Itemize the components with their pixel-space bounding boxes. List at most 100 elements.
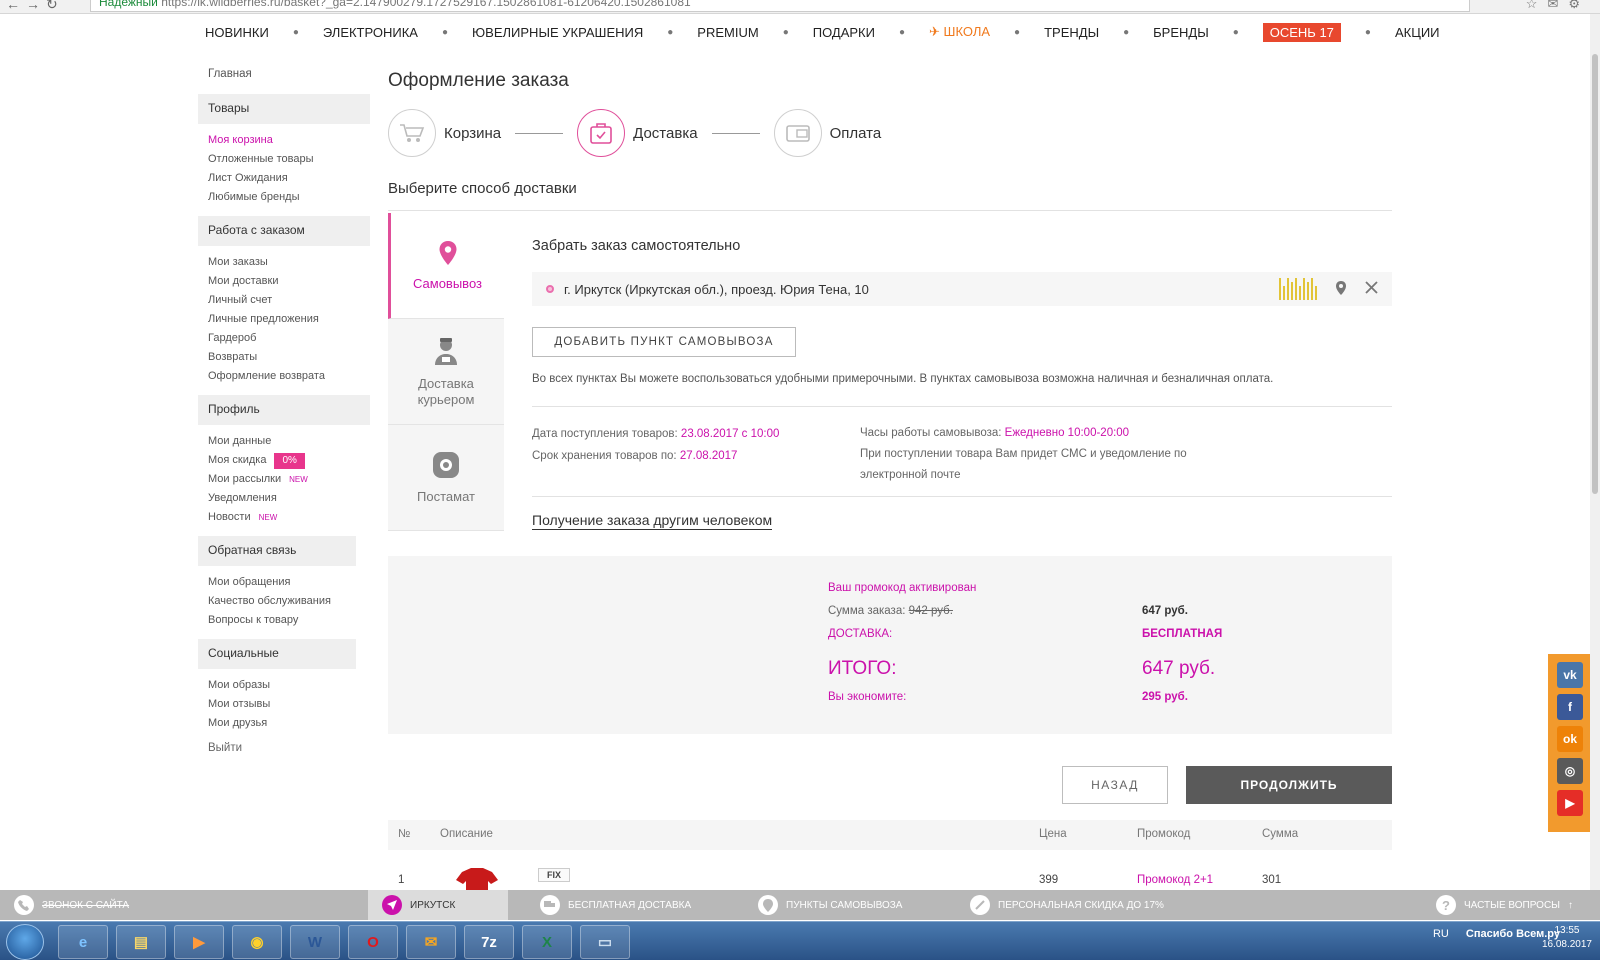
sidebar-item-saved[interactable]: Отложенные товары: [198, 150, 370, 169]
sidebar-item-requests[interactable]: Мои обращения: [198, 573, 370, 592]
account-sidebar: Главная Товары Моя корзина Отложенные то…: [198, 68, 370, 754]
sidebar-item-mailings[interactable]: Мои рассылки NEW: [198, 470, 370, 489]
nav-gifts[interactable]: ПОДАРКИ: [813, 25, 875, 40]
tab-postamat[interactable]: Постамат: [388, 425, 504, 531]
new-tag: NEW: [258, 513, 278, 522]
city-selector[interactable]: ИРКУТСК: [368, 890, 508, 920]
sidebar-item-returns[interactable]: Возвраты: [198, 348, 370, 367]
continue-button[interactable]: ПРОДОЛЖИТЬ: [1186, 766, 1392, 804]
facebook-icon[interactable]: f: [1557, 694, 1583, 720]
address-bar[interactable]: Надежный https://lk.wildberries.ru/baske…: [90, 0, 1470, 12]
pickup-address-option[interactable]: г. Иркутск (Иркутская обл.), проезд. Юри…: [532, 272, 1392, 306]
chrome-icon[interactable]: ◉: [232, 925, 282, 959]
sidebar-item-fav-brands[interactable]: Любимые бренды: [198, 188, 370, 207]
step-delivery[interactable]: Доставка: [577, 109, 698, 157]
nav-separator: ●: [1364, 26, 1371, 38]
logout-link[interactable]: Выйти: [198, 742, 370, 754]
nav-electronics[interactable]: ЭЛЕКТРОНИКА: [323, 25, 418, 40]
close-icon[interactable]: [1365, 281, 1378, 297]
odnoklassniki-icon[interactable]: ok: [1557, 726, 1583, 752]
col-price: Цена: [1039, 828, 1067, 840]
tab-pickup[interactable]: Самовывоз: [388, 213, 504, 319]
back-button[interactable]: НАЗАД: [1062, 766, 1168, 804]
arrival-info: Дата поступления товаров: 23.08.2017 с 1…: [532, 423, 779, 467]
sidebar-home[interactable]: Главная: [198, 68, 370, 80]
browser-toolbar: ←→↻ Надежный https://lk.wildberries.ru/b…: [0, 0, 1600, 14]
add-pickup-point-button[interactable]: ДОБАВИТЬ ПУНКТ САМОВЫВОЗА: [532, 327, 796, 357]
browser-extension-icons[interactable]: ☆✉⚙: [1526, 0, 1590, 12]
system-clock[interactable]: 13:55 16.08.2017: [1542, 924, 1592, 952]
row-price: 399: [1039, 874, 1059, 886]
nav-autumn[interactable]: ОСЕНЬ 17: [1262, 22, 1341, 42]
sidebar-item-my-orders[interactable]: Мои заказы: [198, 253, 370, 272]
start-button-icon[interactable]: [6, 924, 44, 960]
sidebar-item-news[interactable]: Новости NEW: [198, 508, 370, 527]
nav-trends[interactable]: ТРЕНДЫ: [1044, 25, 1099, 40]
sidebar-item-friends[interactable]: Мои друзья: [198, 714, 370, 733]
arrow-up-icon: ↑: [1568, 899, 1574, 911]
map-pin-icon[interactable]: [1335, 280, 1347, 299]
free-delivery-info[interactable]: БЕСПЛАТНАЯ ДОСТАВКА: [540, 890, 691, 920]
personal-discount-info[interactable]: ПЕРСОНАЛЬНАЯ СКИДКА ДО 17%: [970, 890, 1164, 920]
scrollbar-thumb[interactable]: [1592, 54, 1598, 494]
sidebar-item-waitlist[interactable]: Лист Ожидания: [198, 169, 370, 188]
sidebar-item-product-questions[interactable]: Вопросы к товару: [198, 611, 370, 630]
sidebar-item-wardrobe[interactable]: Гардероб: [198, 329, 370, 348]
nav-sales[interactable]: АКЦИИ: [1395, 25, 1440, 40]
nav-jewelry[interactable]: ЮВЕЛИРНЫЕ УКРАШЕНИЯ: [472, 25, 643, 40]
7zip-icon[interactable]: 7z: [464, 925, 514, 959]
sidebar-item-deliveries[interactable]: Мои доставки: [198, 272, 370, 291]
pickup-address-text: г. Иркутск (Иркутская обл.), проезд. Юри…: [564, 281, 869, 297]
row-promo[interactable]: Промокод 2+1: [1137, 874, 1213, 886]
file-explorer-icon[interactable]: ▤: [116, 925, 166, 959]
radio-selected-icon[interactable]: [546, 285, 554, 293]
other-person-link[interactable]: Получение заказа другим человеком: [532, 512, 773, 530]
nav-new[interactable]: НОВИНКИ: [205, 25, 269, 40]
hours-info: Часы работы самовывоза: Ежедневно 10:00-…: [860, 423, 1240, 486]
call-from-site[interactable]: ЗВОНОК С САЙТА: [14, 890, 129, 920]
sidebar-item-my-data[interactable]: Мои данные: [198, 432, 370, 451]
tab-courier[interactable]: Доставка курьером: [388, 319, 504, 425]
tab-courier-label-2: курьером: [417, 391, 475, 407]
internet-explorer-icon[interactable]: e: [58, 925, 108, 959]
youtube-icon[interactable]: ▶: [1557, 790, 1583, 816]
sidebar-item-my-cart[interactable]: Моя корзина: [198, 131, 370, 150]
plane-icon: ✈: [929, 24, 944, 39]
media-player-icon[interactable]: ▶: [174, 925, 224, 959]
excel-icon[interactable]: X: [522, 925, 572, 959]
faq-link[interactable]: ? ЧАСТЫЕ ВОПРОСЫ ↑: [1436, 890, 1573, 920]
step-payment-label: Оплата: [829, 124, 882, 142]
instagram-icon[interactable]: ◎: [1557, 758, 1583, 784]
sidebar-item-reviews[interactable]: Мои отзывы: [198, 695, 370, 714]
location-pin-icon: [438, 240, 458, 270]
nav-school[interactable]: ✈ ШКОЛА: [929, 24, 990, 40]
opera-icon[interactable]: O: [348, 925, 398, 959]
outlook-icon[interactable]: ✉: [406, 925, 456, 959]
navigation-arrow-icon: [382, 895, 402, 915]
sidebar-item-offers[interactable]: Личные предложения: [198, 310, 370, 329]
step-payment[interactable]: Оплата: [773, 109, 882, 157]
nav-brands[interactable]: БРЕНДЫ: [1153, 25, 1209, 40]
delivery-method-heading: Выберите способ доставки: [388, 180, 577, 197]
sidebar-item-discount[interactable]: Моя скидка 0%: [198, 451, 370, 470]
sidebar-item-service-quality[interactable]: Качество обслуживания: [198, 592, 370, 611]
window-icon[interactable]: ▭: [580, 925, 630, 959]
nav-premium[interactable]: PREMIUM: [697, 25, 758, 40]
pickup-points-info[interactable]: ПУНКТЫ САМОВЫВОЗА: [758, 890, 902, 920]
sidebar-item-account[interactable]: Личный счет: [198, 291, 370, 310]
language-indicator[interactable]: RU: [1433, 928, 1449, 940]
order-sum-new: 647 руб.: [1142, 605, 1188, 617]
step-cart[interactable]: Корзина: [388, 109, 501, 157]
city-label: ИРКУТСК: [410, 899, 456, 911]
news-label: Новости: [208, 511, 251, 523]
social-share-panel: vk f ok ◎ ▶: [1548, 654, 1590, 832]
sidebar-item-looks[interactable]: Мои образы: [198, 676, 370, 695]
sidebar-item-return-form[interactable]: Оформление возврата: [198, 367, 370, 386]
browser-nav-icons[interactable]: ←→↻: [6, 0, 64, 13]
page-scrollbar[interactable]: [1590, 14, 1600, 890]
sidebar-item-notifications[interactable]: Уведомления: [198, 489, 370, 508]
word-icon[interactable]: W: [290, 925, 340, 959]
sidebar-section-feedback: Обратная связь: [198, 536, 356, 566]
vk-icon[interactable]: vk: [1557, 662, 1583, 688]
order-summary: Ваш промокод активирован Сумма заказа: 9…: [388, 556, 1392, 734]
